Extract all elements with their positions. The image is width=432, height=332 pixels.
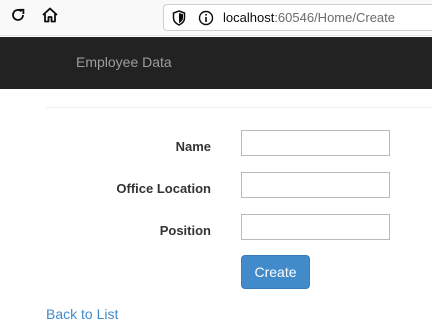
home-icon xyxy=(41,6,59,29)
home-button[interactable] xyxy=(39,6,61,28)
back-to-list-link[interactable]: Back to List xyxy=(46,306,118,322)
reload-icon xyxy=(10,7,26,28)
url-path: :60546/Home/Create xyxy=(274,10,395,25)
navbar-brand[interactable]: Employee Data xyxy=(76,54,172,70)
navbar: Employee Data xyxy=(0,37,432,89)
shield-icon[interactable] xyxy=(172,10,186,26)
browser-toolbar: localhost:60546/Home/Create xyxy=(0,0,432,36)
url-text[interactable]: localhost:60546/Home/Create xyxy=(223,10,395,25)
info-icon[interactable] xyxy=(198,10,214,26)
name-field[interactable] xyxy=(241,130,390,156)
create-button[interactable]: Create xyxy=(241,255,310,289)
office-location-label: Office Location xyxy=(116,181,211,196)
office-location-field[interactable] xyxy=(241,172,390,198)
address-bar[interactable]: localhost:60546/Home/Create xyxy=(163,4,432,31)
divider xyxy=(46,107,432,108)
position-label: Position xyxy=(159,223,211,238)
name-label: Name xyxy=(175,139,211,154)
position-field[interactable] xyxy=(241,214,390,240)
reload-button[interactable] xyxy=(7,6,29,28)
url-host: localhost xyxy=(223,10,275,25)
